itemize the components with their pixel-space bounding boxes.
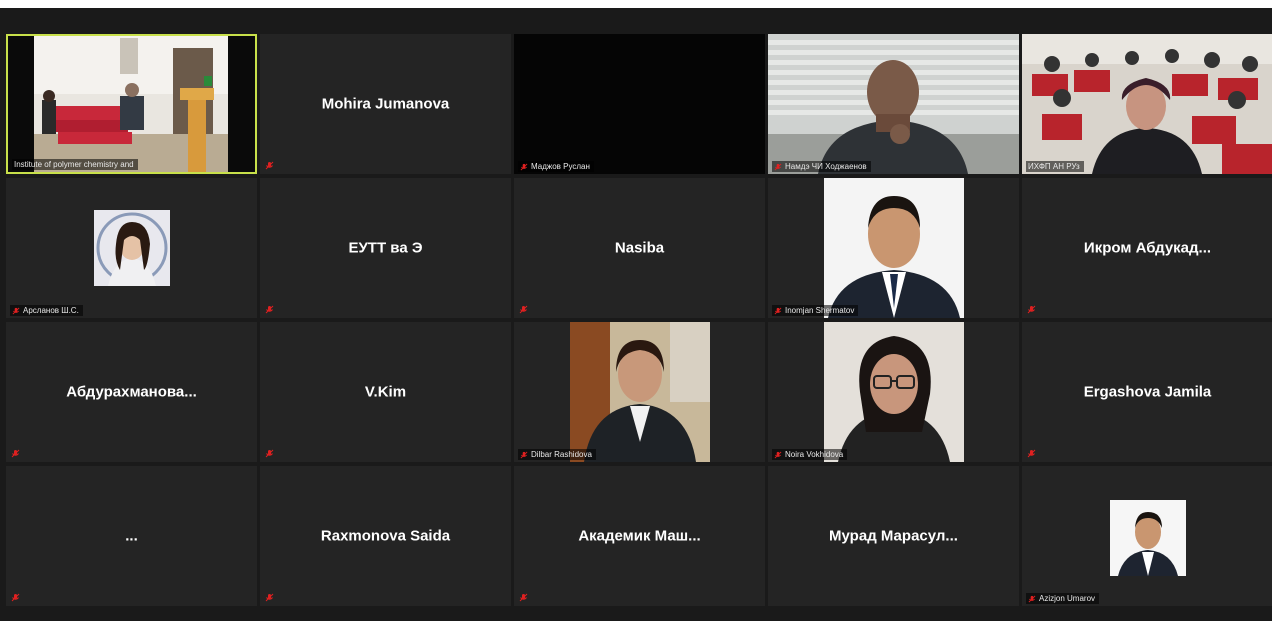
participant-tile[interactable]: Икром Абдукад... xyxy=(1022,178,1272,318)
mic-muted-icon xyxy=(520,163,528,171)
mic-muted-icon xyxy=(11,449,20,458)
participant-name: Абдурахманова... xyxy=(66,383,197,401)
mic-muted-icon xyxy=(519,593,528,602)
participant-name: Mohira Jumanova xyxy=(321,95,450,113)
participant-video xyxy=(824,178,964,318)
participant-name: ЕУТТ ва Э xyxy=(348,239,423,257)
participant-avatar xyxy=(94,210,170,286)
participant-name-label: Institute of polymer chemistry and xyxy=(12,159,138,170)
participant-tile[interactable]: V.Kim xyxy=(260,322,511,462)
mic-muted-icon xyxy=(265,593,274,602)
participant-name: Мурад Марасул... xyxy=(829,527,958,545)
participant-video xyxy=(768,34,1019,174)
participant-video xyxy=(514,34,765,174)
participant-tile[interactable]: Ergashova Jamila xyxy=(1022,322,1272,462)
participant-tile[interactable]: Mohira Jumanova xyxy=(260,34,511,174)
participant-tile[interactable]: Академик Маш... xyxy=(514,466,765,606)
participant-tile[interactable]: Inomjan Shermatov xyxy=(768,178,1019,318)
participant-name-label: Арсланов Ш.С. xyxy=(10,305,83,316)
participant-name: Raxmonova Saida xyxy=(320,527,451,545)
mic-muted-icon xyxy=(774,163,782,171)
participant-tile[interactable]: Institute of polymer chemistry and xyxy=(6,34,257,174)
participant-tile[interactable]: Azizjon Umarov xyxy=(1022,466,1272,606)
participant-name-label: Noira Vokhidova xyxy=(772,449,848,460)
participant-video xyxy=(570,322,710,462)
participant-video xyxy=(1110,500,1186,576)
participant-tile[interactable]: ... xyxy=(6,466,257,606)
participant-tile[interactable]: Маджов Руслан xyxy=(514,34,765,174)
mic-muted-icon xyxy=(265,449,274,458)
mic-muted-icon xyxy=(1028,595,1036,603)
participant-tile[interactable]: Абдурахманова... xyxy=(6,322,257,462)
participant-name: Икром Абдукад... xyxy=(1083,239,1212,257)
participant-name: Nasiba xyxy=(614,239,665,257)
participant-tile[interactable]: Nasiba xyxy=(514,178,765,318)
gallery-grid: Institute of polymer chemistry and Mohir… xyxy=(6,34,1272,606)
participant-tile[interactable]: Намдэ ЧИ Ходжаенов xyxy=(768,34,1019,174)
mic-muted-icon xyxy=(12,307,20,315)
participant-tile[interactable]: Raxmonova Saida xyxy=(260,466,511,606)
mic-muted-icon xyxy=(519,305,528,314)
participant-name-label: Маджов Руслан xyxy=(518,161,594,172)
mic-muted-icon xyxy=(1027,305,1036,314)
participant-name-label: Inomjan Shermatov xyxy=(772,305,859,316)
participant-video xyxy=(824,322,964,462)
participant-name-label: Azizjon Umarov xyxy=(1026,593,1100,604)
participant-name-label: ИХФП АН РУз xyxy=(1026,161,1084,172)
mic-muted-icon xyxy=(265,305,274,314)
participant-tile[interactable]: Noira Vokhidova xyxy=(768,322,1019,462)
participant-name: ... xyxy=(125,527,138,545)
meeting-window: Institute of polymer chemistry and Mohir… xyxy=(0,8,1272,621)
participant-name: Ergashova Jamila xyxy=(1083,383,1212,401)
participant-name-label: Dilbar Rashidova xyxy=(518,449,596,460)
participant-tile[interactable]: Мурад Марасул... xyxy=(768,466,1019,606)
participant-video xyxy=(8,36,255,172)
participant-video xyxy=(1022,34,1272,174)
mic-muted-icon xyxy=(520,451,528,459)
mic-muted-icon xyxy=(1027,449,1036,458)
mic-muted-icon xyxy=(265,161,274,170)
participant-tile[interactable]: Арсланов Ш.С. xyxy=(6,178,257,318)
mic-muted-icon xyxy=(774,451,782,459)
mic-muted-icon xyxy=(11,593,20,602)
participant-tile[interactable]: ЕУТТ ва Э xyxy=(260,178,511,318)
participant-tile[interactable]: Dilbar Rashidova xyxy=(514,322,765,462)
mic-muted-icon xyxy=(774,307,782,315)
participant-name: Академик Маш... xyxy=(578,527,701,545)
participant-name-label: Намдэ ЧИ Ходжаенов xyxy=(772,161,871,172)
participant-name: V.Kim xyxy=(364,383,407,401)
participant-tile[interactable]: ИХФП АН РУз xyxy=(1022,34,1272,174)
